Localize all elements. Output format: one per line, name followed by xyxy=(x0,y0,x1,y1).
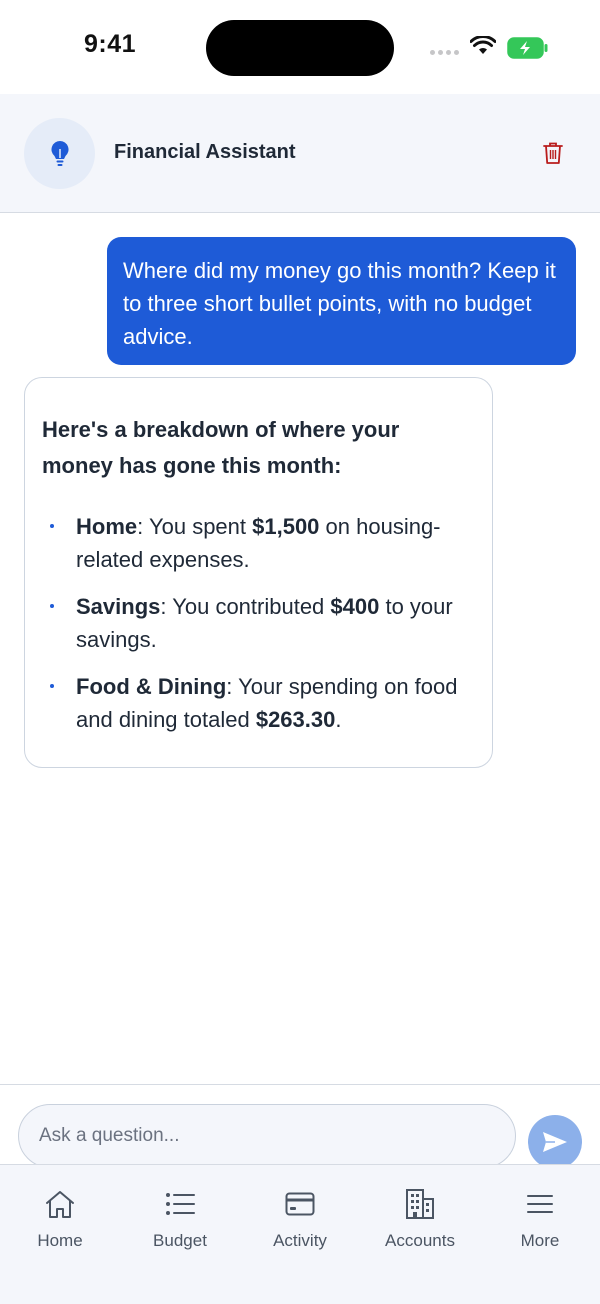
wifi-icon xyxy=(470,36,496,54)
tab-activity[interactable]: Activity xyxy=(240,1187,360,1251)
question-input[interactable] xyxy=(39,1125,495,1147)
bullet-item: Food & Dining: Your spending on food and… xyxy=(42,670,475,736)
chat-header: Financial Assistant xyxy=(0,94,600,213)
dynamic-island xyxy=(206,20,394,76)
send-button[interactable] xyxy=(528,1115,582,1169)
assistant-message-card: Here's a breakdown of where your money h… xyxy=(24,377,493,768)
tab-label: Activity xyxy=(273,1231,327,1250)
list-icon xyxy=(166,1193,195,1215)
bullet-item: Home: You spent $1,500 on housing-relate… xyxy=(42,510,475,576)
tab-label: Home xyxy=(37,1231,83,1250)
send-icon xyxy=(543,1132,567,1152)
bullet-dot xyxy=(50,604,54,608)
tab-budget[interactable]: Budget xyxy=(120,1187,240,1251)
status-bar: 9:41 xyxy=(0,0,600,94)
tab-label: Budget xyxy=(153,1231,207,1250)
bullet-item: Savings: You contributed $400 to your sa… xyxy=(42,590,475,656)
battery-icon xyxy=(507,37,548,59)
trash-icon xyxy=(543,142,563,164)
menu-icon xyxy=(527,1195,553,1213)
question-composer[interactable] xyxy=(18,1104,516,1168)
status-time: 9:41 xyxy=(84,30,137,58)
bottom-tab-bar: Home Budget Activity Accounts More xyxy=(0,1164,600,1304)
assistant-heading: Here's a breakdown of where your money h… xyxy=(42,417,400,478)
composer-divider xyxy=(0,1084,600,1085)
lightbulb-icon xyxy=(50,140,69,166)
home-icon xyxy=(46,1191,74,1218)
cellular-signal-icon xyxy=(430,50,459,55)
building-icon xyxy=(406,1189,434,1219)
bullet-dot xyxy=(50,684,54,688)
tab-label: Accounts xyxy=(385,1231,455,1250)
tab-home[interactable]: Home xyxy=(0,1187,120,1251)
tab-accounts[interactable]: Accounts xyxy=(360,1187,480,1251)
assistant-bullet-list: Home: You spent $1,500 on housing-relate… xyxy=(42,510,475,736)
tab-label: More xyxy=(520,1231,560,1250)
user-message-bubble: Where did my money go this month? Keep i… xyxy=(107,237,576,365)
assistant-avatar xyxy=(24,118,95,189)
header-title: Financial Assistant xyxy=(114,141,296,163)
bullet-dot xyxy=(50,524,54,528)
tab-more[interactable]: More xyxy=(480,1187,600,1251)
card-icon xyxy=(285,1192,315,1216)
delete-conversation-button[interactable] xyxy=(540,139,566,167)
